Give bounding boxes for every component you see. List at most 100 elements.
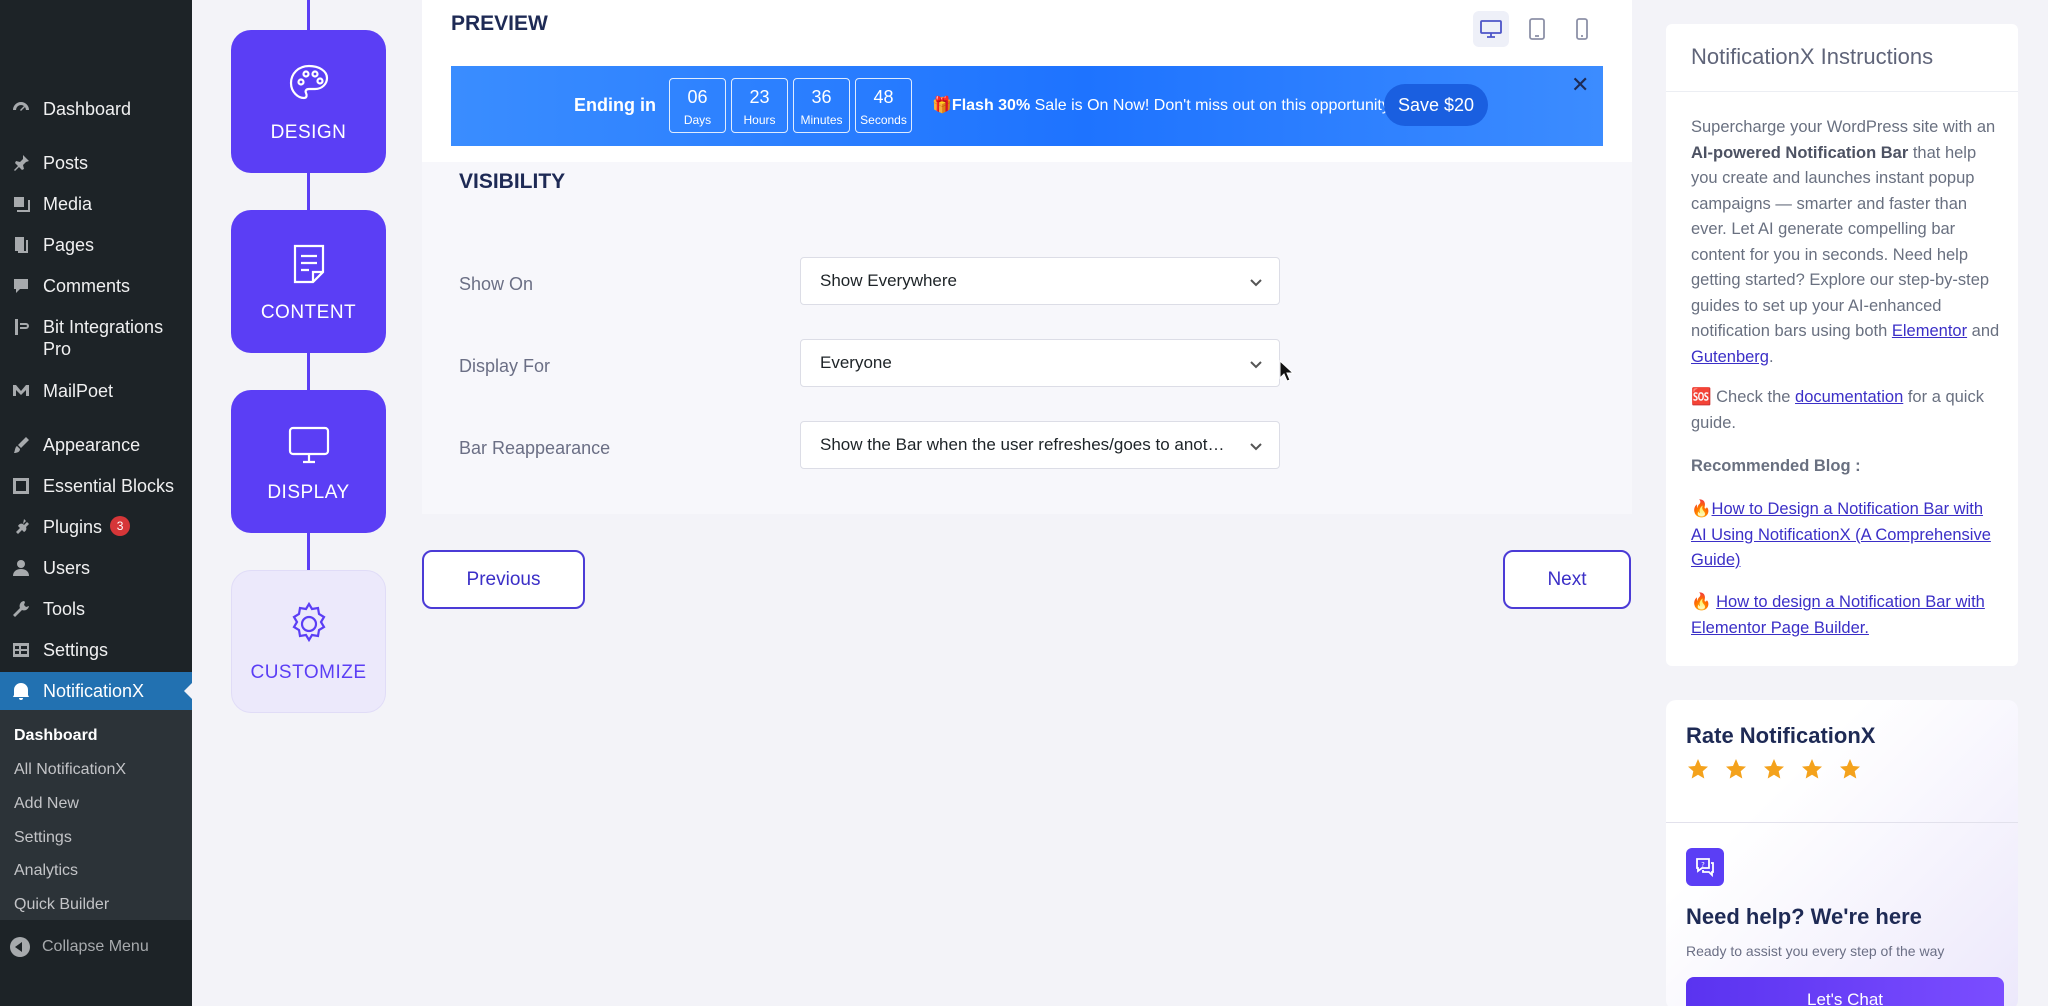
media-icon	[10, 193, 32, 215]
countdown-seconds: 48 Seconds	[855, 78, 912, 133]
plugins-update-badge: 3	[110, 516, 131, 536]
save-cta-button[interactable]: Save $20	[1384, 84, 1488, 126]
fire-icon: 🔥	[1691, 593, 1717, 611]
menu-item-notificationx[interactable]: NotificationX	[0, 680, 192, 702]
step-display[interactable]: DISPLAY	[231, 390, 386, 533]
display-for-select[interactable]: Everyone	[800, 339, 1280, 387]
close-icon[interactable]: ✕	[1571, 72, 1589, 98]
text: Supercharge your WordPress site with an	[1691, 118, 1996, 136]
menu-label: Plugins	[43, 517, 103, 537]
step-connector	[307, 172, 310, 212]
submenu-dashboard[interactable]: Dashboard	[14, 727, 98, 745]
menu-item-essential-blocks[interactable]: Essential Blocks	[0, 475, 192, 497]
countdown-unit: Days	[683, 113, 712, 127]
step-label: DESIGN	[270, 121, 347, 143]
sos-icon: 🆘	[1691, 388, 1712, 406]
collapse-arrow-icon	[10, 937, 30, 957]
tablet-icon	[1529, 18, 1545, 40]
display-for-label: Display For	[459, 356, 551, 376]
admin-sidebar: Dashboard Posts Media Pages Comments Bit…	[0, 0, 192, 1006]
countdown-value: 23	[749, 87, 770, 107]
gift-icon: 🎁	[932, 97, 952, 114]
menu-item-comments[interactable]: Comments	[0, 275, 192, 297]
menu-item-media[interactable]: Media	[0, 193, 192, 215]
submenu-all-notificationx[interactable]: All NotificationX	[14, 761, 126, 779]
submenu-add-new[interactable]: Add New	[14, 795, 79, 813]
gutenberg-link[interactable]: Gutenberg	[1691, 348, 1769, 366]
user-icon	[10, 557, 32, 579]
step-connector	[307, 532, 310, 572]
star-icon[interactable]	[1800, 757, 1824, 781]
previous-button[interactable]: Previous	[422, 550, 585, 609]
lets-chat-button[interactable]: Let's Chat	[1686, 977, 2004, 1006]
rate-title: Rate NotificationX	[1686, 723, 1876, 748]
mobile-view-button[interactable]	[1564, 11, 1600, 47]
next-button[interactable]: Next	[1503, 550, 1631, 609]
blog-link-elementor[interactable]: How to design a Notification Bar with El…	[1691, 593, 1985, 637]
menu-item-posts[interactable]: Posts	[0, 152, 192, 174]
blog-link-ai-design[interactable]: How to Design a Notification Bar with AI…	[1691, 500, 1991, 569]
chat-bubble-icon: ?	[1686, 848, 1724, 886]
chevron-down-icon	[1249, 356, 1263, 370]
step-content[interactable]: CONTENT	[231, 210, 386, 353]
countdown-unit: Seconds	[860, 113, 907, 127]
bar-reappearance-label: Bar Reappearance	[459, 438, 611, 458]
menu-label: Bit Integrations Pro	[43, 317, 164, 359]
menu-label: Pages	[43, 235, 95, 255]
step-label: DISPLAY	[267, 481, 350, 503]
countdown-value: 48	[873, 87, 894, 107]
countdown-value: 06	[687, 87, 708, 107]
visibility-title: VISIBILITY	[459, 170, 566, 193]
blog-item: 🔥 How to design a Notification Bar with …	[1691, 590, 2001, 641]
menu-item-plugins[interactable]: Plugins 3	[0, 516, 192, 538]
step-customize[interactable]: CUSTOMIZE	[231, 570, 386, 713]
fire-icon: 🔥	[1691, 500, 1712, 518]
desktop-icon	[1480, 20, 1502, 38]
menu-item-users[interactable]: Users	[0, 557, 192, 579]
star-icon[interactable]	[1686, 757, 1710, 781]
plugin-icon	[10, 516, 32, 538]
elementor-link[interactable]: Elementor	[1892, 322, 1967, 340]
notification-bar-preview: Ending in 06 Days 23 Hours 36 Minutes 48 Sec…	[451, 66, 1603, 146]
show-on-label: Show On	[459, 274, 534, 294]
gear-icon	[285, 600, 333, 648]
documentation-paragraph: 🆘 Check the documentation for a quick gu…	[1691, 385, 2001, 436]
menu-item-bit-integrations[interactable]: Bit Integrations Pro	[0, 316, 192, 360]
bar-message-text: Sale is On Now! Don't miss out on this o…	[1030, 97, 1390, 114]
star-icon[interactable]	[1838, 757, 1862, 781]
menu-item-tools[interactable]: Tools	[0, 598, 192, 620]
notificationx-icon	[10, 680, 32, 702]
menu-item-settings[interactable]: Settings	[0, 639, 192, 661]
menu-item-pages[interactable]: Pages	[0, 234, 192, 256]
step-design[interactable]: DESIGN	[231, 30, 386, 173]
instructions-paragraph: Supercharge your WordPress site with an …	[1691, 115, 2001, 370]
countdown-hours: 23 Hours	[731, 78, 788, 133]
menu-item-appearance[interactable]: Appearance	[0, 434, 192, 456]
step-connector	[307, 0, 310, 30]
submenu-analytics[interactable]: Analytics	[14, 862, 78, 880]
submenu-quick-builder[interactable]: Quick Builder	[14, 896, 109, 914]
pin-icon	[10, 152, 32, 174]
countdown-value: 36	[811, 87, 832, 107]
tablet-view-button[interactable]	[1519, 11, 1555, 47]
collapse-menu-button[interactable]: Collapse Menu	[10, 937, 149, 957]
help-title: Need help? We're here	[1686, 904, 1922, 929]
document-icon	[285, 240, 333, 288]
countdown-unit: Hours	[743, 113, 776, 127]
brush-icon	[10, 434, 32, 456]
menu-item-dashboard[interactable]: Dashboard	[0, 98, 192, 120]
chevron-down-icon	[1249, 438, 1263, 452]
instructions-title: NotificationX Instructions	[1691, 44, 1934, 69]
star-icon[interactable]	[1724, 757, 1748, 781]
blog-item: 🔥How to Design a Notification Bar with A…	[1691, 497, 2001, 574]
submenu-settings[interactable]: Settings	[14, 829, 72, 847]
bar-reappearance-select[interactable]: Show the Bar when the user refreshes/goe…	[800, 421, 1280, 469]
star-icon[interactable]	[1762, 757, 1786, 781]
text: Check the	[1711, 388, 1796, 406]
desktop-view-button[interactable]	[1473, 11, 1509, 47]
step-label: CONTENT	[260, 301, 357, 323]
show-on-select[interactable]: Show Everywhere	[800, 257, 1280, 305]
menu-item-mailpoet[interactable]: MailPoet	[0, 380, 192, 402]
chevron-down-icon	[1249, 274, 1263, 288]
documentation-link[interactable]: documentation	[1795, 388, 1903, 406]
